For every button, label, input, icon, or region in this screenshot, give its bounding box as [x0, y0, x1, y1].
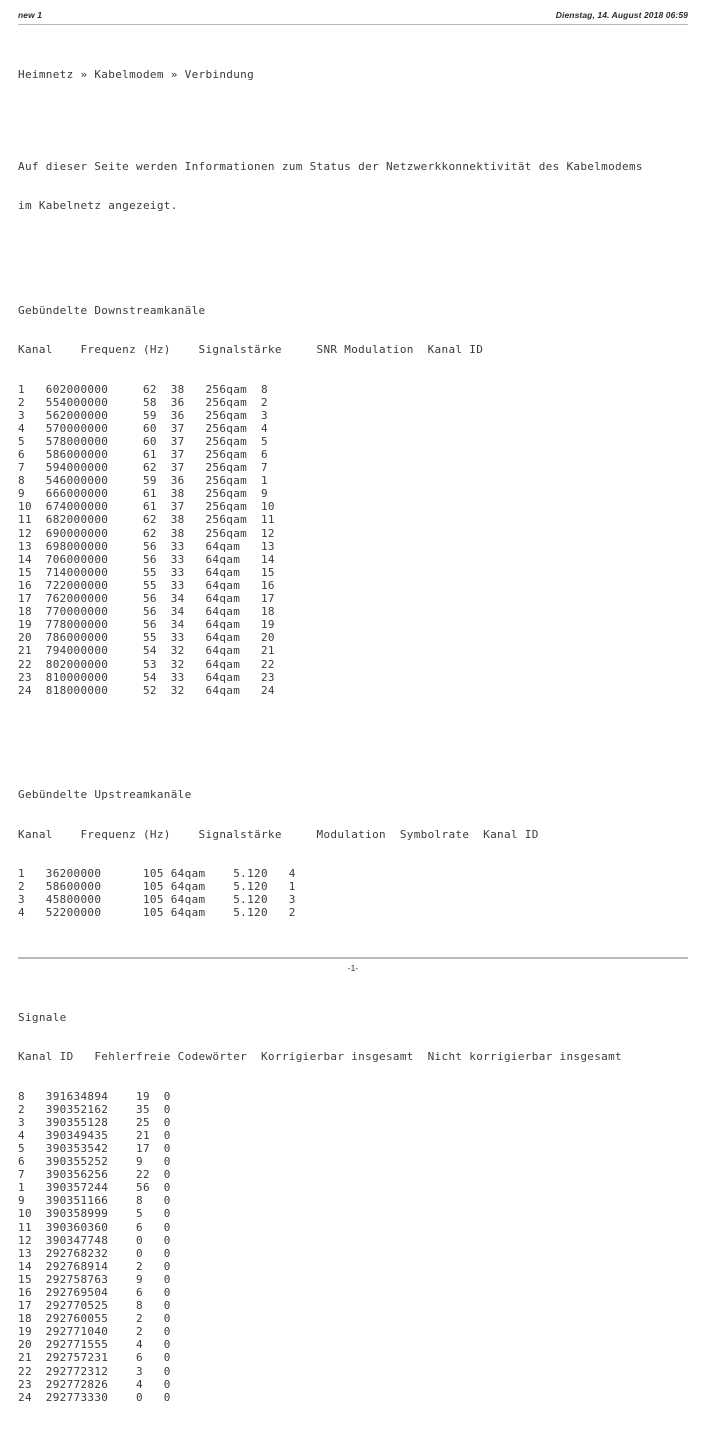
table-row: 2 554000000 58 36 256qam 2: [18, 395, 268, 409]
table-row: 23 810000000 54 33 64qam 23: [18, 670, 275, 684]
table-row: 21 292757231 6 0: [18, 1351, 171, 1365]
table-row: 10 674000000 61 37 256qam 10: [18, 500, 275, 514]
signale-table-header: Kanal ID Fehlerfreie Codewörter Korrigie…: [18, 1050, 623, 1064]
table-row: 6 390355252 9 0: [18, 1155, 171, 1169]
document-label: new 1: [18, 10, 43, 20]
table-row: 3 390355128 25 0: [18, 1115, 171, 1129]
table-row: 19 292771040 2 0: [18, 1325, 171, 1339]
table-row: 8 546000000 59 36 256qam 1: [18, 474, 268, 488]
table-row: 23 292772826 4 0: [18, 1377, 171, 1391]
page-footer: -1-: [18, 957, 688, 983]
downstream-section-title: Gebündelte Downstreamkanäle: [18, 303, 206, 317]
table-row: 16 722000000 55 33 64qam 16: [18, 578, 275, 592]
table-row: 12 390347748 0 0: [18, 1233, 171, 1247]
header-divider: [18, 24, 688, 25]
table-row: 1 36200000 105 64qam 5.120 4: [18, 867, 296, 880]
page-number: -1-: [347, 963, 359, 973]
intro-line-1: Auf dieser Seite werden Informationen zu…: [18, 159, 643, 173]
intro-line-2: im Kabelnetz angezeigt.: [18, 199, 178, 213]
table-row: 17 292770525 8 0: [18, 1299, 171, 1313]
table-row: 5 390353542 17 0: [18, 1141, 171, 1155]
table-row: 16 292769504 6 0: [18, 1286, 171, 1299]
print-timestamp: Dienstag, 14. August 2018 06:59: [555, 10, 688, 20]
table-row: 7 390356256 22 0: [18, 1168, 171, 1182]
table-row: 10 390358999 5 0: [18, 1207, 171, 1221]
table-row: 17 762000000 56 34 64qam 17: [18, 592, 275, 606]
table-row: 2 58600000 105 64qam 5.120 1: [18, 880, 296, 894]
page-content: Heimnetz » Kabelmodem » Verbindung Auf d…: [18, 29, 696, 1430]
table-row: 9 390351166 8 0: [18, 1194, 171, 1208]
footer-divider: [18, 957, 688, 959]
table-row: 5 578000000 60 37 256qam 5: [18, 434, 268, 448]
table-row: 2 390352162 35 0: [18, 1102, 171, 1116]
table-row: 22 292772312 3 0: [18, 1364, 171, 1378]
table-row: 6 586000000 61 37 256qam 6: [18, 448, 268, 461]
table-row: 1 602000000 62 38 256qam 8: [18, 382, 268, 396]
table-row: 4 52200000 105 64qam 5.120 2: [18, 906, 296, 920]
upstream-table-header: Kanal Frequenz (Hz) Signalstärke Modulat…: [18, 827, 539, 841]
table-row: 19 778000000 56 34 64qam 19: [18, 618, 275, 632]
table-row: 21 794000000 54 32 64qam 21: [18, 644, 275, 658]
table-row: 18 292760055 2 0: [18, 1312, 171, 1326]
signale-section-title: Signale: [18, 1011, 67, 1025]
table-row: 20 292771555 4 0: [18, 1338, 171, 1352]
table-row: 12 690000000 62 38 256qam 12: [18, 526, 275, 540]
table-row: 8 391634894 19 0: [18, 1089, 171, 1103]
table-row: 13 698000000 56 33 64qam 13: [18, 539, 275, 553]
downstream-table-header: Kanal Frequenz (Hz) Signalstärke SNR Mod…: [18, 343, 484, 357]
upstream-section-title: Gebündelte Upstreamkanäle: [18, 788, 192, 802]
table-row: 20 786000000 55 33 64qam 20: [18, 631, 275, 645]
table-row: 15 714000000 55 33 64qam 15: [18, 565, 275, 579]
table-row: 4 570000000 60 37 256qam 4: [18, 421, 268, 435]
table-row: 1 390357244 56 0: [18, 1181, 171, 1195]
downstream-table-body: 1 602000000 62 38 256qam 82 554000000 58…: [18, 383, 696, 697]
table-row: 24 292773330 0 0: [18, 1390, 171, 1404]
table-row: 15 292758763 9 0: [18, 1272, 171, 1286]
table-row: 24 818000000 52 32 64qam 24: [18, 683, 275, 697]
table-row: 11 682000000 62 38 256qam 11: [18, 513, 275, 527]
table-row: 7 594000000 62 37 256qam 7: [18, 461, 268, 475]
table-row: 9 666000000 61 38 256qam 9: [18, 487, 268, 501]
signale-table-body: 8 391634894 19 02 390352162 35 03 390355…: [18, 1090, 696, 1404]
upstream-table-body: 1 36200000 105 64qam 5.120 42 58600000 1…: [18, 867, 696, 919]
table-row: 3 562000000 59 36 256qam 3: [18, 408, 268, 422]
table-row: 11 390360360 6 0: [18, 1220, 171, 1234]
table-row: 22 802000000 53 32 64qam 22: [18, 657, 275, 671]
table-row: 18 770000000 56 34 64qam 18: [18, 605, 275, 619]
table-row: 14 292768914 2 0: [18, 1259, 171, 1273]
table-row: 14 706000000 56 33 64qam 14: [18, 552, 275, 566]
table-row: 4 390349435 21 0: [18, 1128, 171, 1142]
page-header: new 1 Dienstag, 14. August 2018 06:59: [18, 10, 688, 30]
table-row: 3 45800000 105 64qam 5.120 3: [18, 893, 296, 907]
breadcrumb: Heimnetz » Kabelmodem » Verbindung: [18, 68, 255, 82]
table-row: 13 292768232 0 0: [18, 1246, 171, 1260]
